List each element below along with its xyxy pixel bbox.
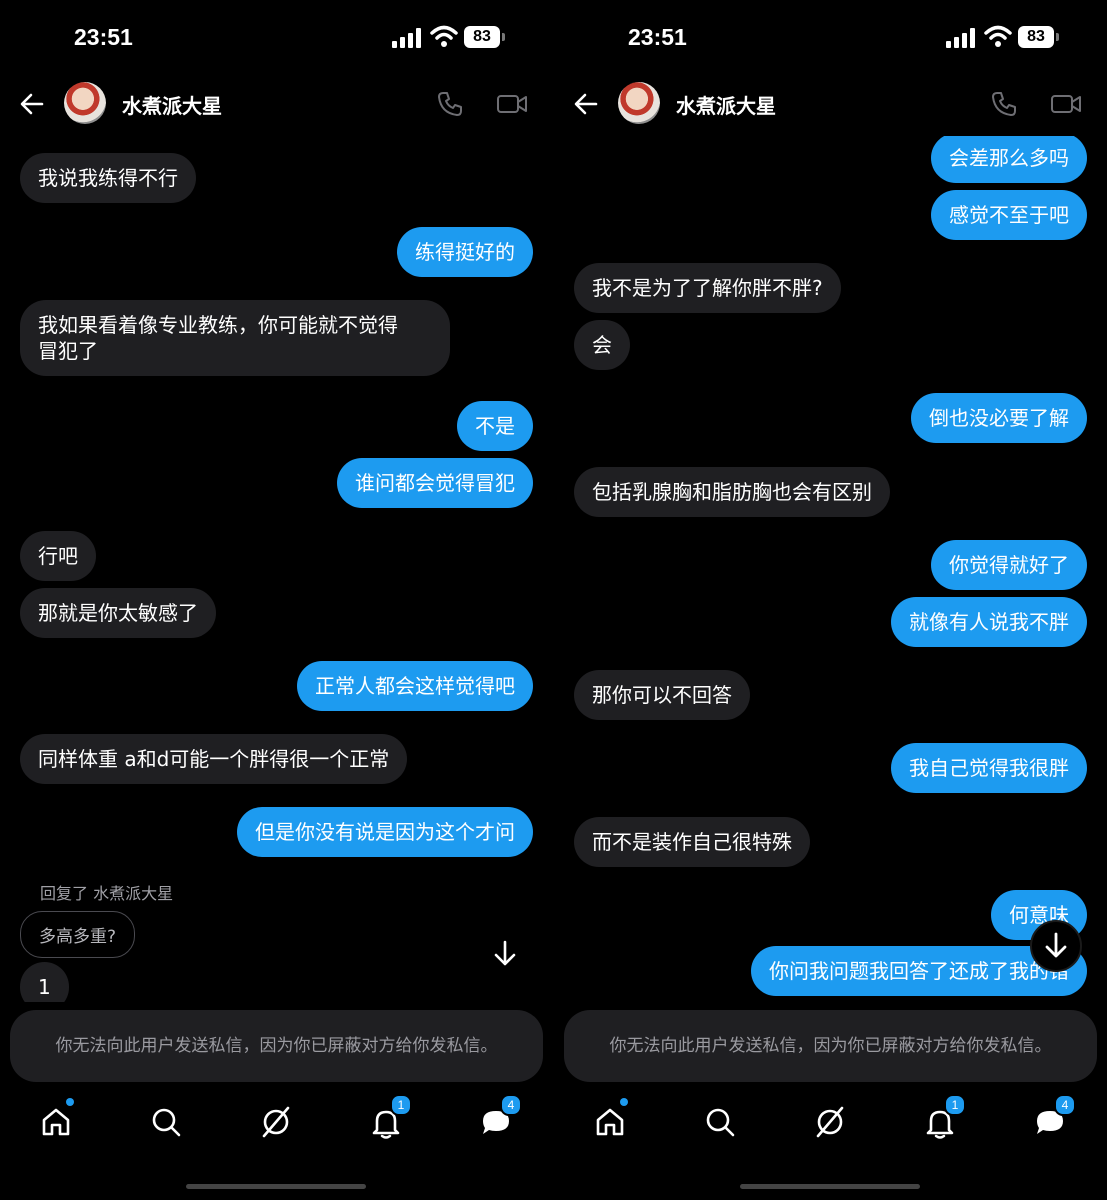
grok-icon [262, 1106, 290, 1138]
message-bubble-incoming[interactable]: 1 [20, 962, 69, 1002]
message-bubble-outgoing[interactable]: 你觉得就好了 [931, 540, 1087, 590]
bottom-tab-bar: 1 4 [0, 1094, 553, 1156]
wifi-icon [430, 25, 458, 47]
notifications-badge: 1 [944, 1094, 966, 1116]
message-bubble-incoming[interactable]: 会 [574, 320, 630, 370]
message-bubble-incoming[interactable]: 包括乳腺胸和脂肪胸也会有区别 [574, 467, 890, 517]
battery-icon: 83 [1018, 26, 1060, 48]
message-bubble-outgoing[interactable]: 但是你没有说是因为这个才问 [237, 807, 533, 857]
message-bubble-outgoing[interactable]: 感觉不至于吧 [931, 190, 1087, 240]
message-bubble-incoming[interactable]: 同样体重 a和d可能一个胖得很一个正常 [20, 734, 408, 784]
search-tab[interactable] [148, 1104, 184, 1140]
grok-tab[interactable] [258, 1104, 294, 1140]
blocked-notice: 你无法向此用户发送私信，因为你已屏蔽对方给你发私信。 [10, 1010, 543, 1082]
message-bubble-incoming[interactable]: 那你可以不回答 [574, 670, 750, 720]
wifi-icon [984, 25, 1012, 47]
bottom-tab-bar: 1 4 [554, 1094, 1107, 1156]
arrow-down-icon [1045, 932, 1067, 958]
home-icon [42, 1108, 70, 1136]
status-time: 23:51 [628, 24, 687, 50]
back-arrow-icon[interactable] [18, 90, 46, 118]
phone-call-icon[interactable] [990, 90, 1018, 118]
video-call-icon[interactable] [1050, 90, 1082, 118]
notifications-tab[interactable]: 1 [922, 1094, 966, 1140]
blocked-notice: 你无法向此用户发送私信，因为你已屏蔽对方给你发私信。 [564, 1010, 1097, 1082]
home-tab[interactable] [38, 1098, 74, 1140]
home-unread-dot [66, 1098, 74, 1106]
left-screenshot: 23:51 83 水煮派大星 我说我练得不行 练得挺好的 我如果看着像专业教练，… [0, 0, 553, 1200]
search-icon [706, 1108, 735, 1137]
message-bubble-outgoing[interactable]: 练得挺好的 [397, 227, 533, 277]
notifications-tab[interactable]: 1 [368, 1094, 412, 1140]
quoted-message[interactable]: 多高多重? [20, 911, 136, 958]
message-bubble-incoming[interactable]: 我如果看着像专业教练，你可能就不觉得 冒犯了 [20, 300, 450, 376]
message-bubble-outgoing[interactable]: 谁问都会觉得冒犯 [337, 458, 533, 508]
message-bubble-incoming[interactable]: 行吧 [20, 531, 96, 581]
phone-call-icon[interactable] [436, 90, 464, 118]
home-icon [596, 1108, 624, 1136]
video-call-icon[interactable] [496, 90, 528, 118]
scroll-down-arrow-icon[interactable] [488, 936, 522, 970]
notifications-badge: 1 [390, 1094, 412, 1116]
battery-icon: 83 [464, 26, 506, 48]
right-screenshot: 23:51 83 水煮派大星 会差那么多吗 感觉不至于吧 我不是为了了解你胖不胖… [554, 0, 1107, 1200]
chat-header: 水煮派大星 [554, 76, 1107, 132]
battery-level: 83 [1018, 26, 1054, 48]
avatar[interactable] [618, 82, 660, 124]
chat-header: 水煮派大星 [0, 76, 553, 132]
message-bubble-incoming[interactable]: 我不是为了了解你胖不胖? [574, 263, 841, 313]
grok-tab[interactable] [812, 1104, 848, 1140]
grok-icon [816, 1106, 844, 1138]
message-bubble-incoming[interactable]: 而不是装作自己很特殊 [574, 817, 810, 867]
message-bubble-outgoing[interactable]: 不是 [457, 401, 533, 451]
message-bubble-incoming[interactable]: 我说我练得不行 [20, 153, 196, 203]
messages-tab[interactable]: 4 [478, 1094, 522, 1140]
contact-name[interactable]: 水煮派大星 [676, 90, 776, 119]
message-bubble-outgoing[interactable]: 就像有人说我不胖 [891, 597, 1087, 647]
battery-level: 83 [464, 26, 500, 48]
messages-badge: 4 [1054, 1094, 1076, 1116]
messages-tab[interactable]: 4 [1032, 1094, 1076, 1140]
message-bubble-outgoing[interactable]: 我自己觉得我很胖 [891, 743, 1087, 793]
cellular-signal-icon [946, 28, 975, 48]
avatar[interactable] [64, 82, 106, 124]
message-bubble-outgoing[interactable]: 会差那么多吗 [931, 136, 1087, 183]
home-unread-dot [620, 1098, 628, 1106]
home-tab[interactable] [592, 1098, 628, 1140]
scroll-to-bottom-button[interactable] [1030, 920, 1082, 972]
message-bubble-outgoing[interactable]: 倒也没必要了解 [911, 393, 1087, 443]
home-indicator [186, 1184, 366, 1189]
home-indicator [740, 1184, 920, 1189]
reply-label: 回复了 水煮派大星 [40, 884, 174, 903]
message-list[interactable]: 会差那么多吗 感觉不至于吧 我不是为了了解你胖不胖? 会 倒也没必要了解 包括乳… [554, 136, 1107, 1002]
back-arrow-icon[interactable] [572, 90, 600, 118]
messages-badge: 4 [500, 1094, 522, 1116]
search-tab[interactable] [702, 1104, 738, 1140]
status-time: 23:51 [74, 24, 133, 50]
message-list[interactable]: 我说我练得不行 练得挺好的 我如果看着像专业教练，你可能就不觉得 冒犯了 不是 … [0, 136, 553, 1002]
contact-name[interactable]: 水煮派大星 [122, 90, 222, 119]
message-bubble-incoming[interactable]: 那就是你太敏感了 [20, 588, 216, 638]
search-icon [152, 1108, 181, 1137]
message-bubble-outgoing[interactable]: 正常人都会这样觉得吧 [297, 661, 533, 711]
cellular-signal-icon [392, 28, 421, 48]
